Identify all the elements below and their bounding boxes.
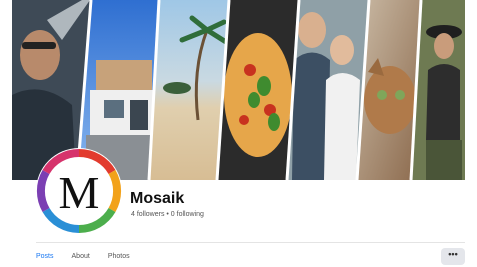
tab-photos[interactable]: Photos — [108, 249, 130, 265]
page-tabs: Posts About Photos — [36, 249, 130, 265]
divider — [36, 242, 465, 243]
page-title: Mosaik — [130, 190, 185, 207]
beach-palm-photo — [150, 0, 229, 180]
page-avatar[interactable]: M — [36, 148, 122, 234]
avatar-letter: M — [59, 167, 100, 218]
laughing-couple-photo — [288, 0, 368, 180]
pasta-dish-photo — [218, 0, 298, 180]
follower-stats[interactable]: 4 followers • 0 following — [131, 211, 204, 218]
tab-posts[interactable]: Posts — [36, 249, 54, 265]
tab-about[interactable]: About — [72, 249, 90, 265]
more-options-button[interactable]: ••• — [441, 248, 465, 265]
